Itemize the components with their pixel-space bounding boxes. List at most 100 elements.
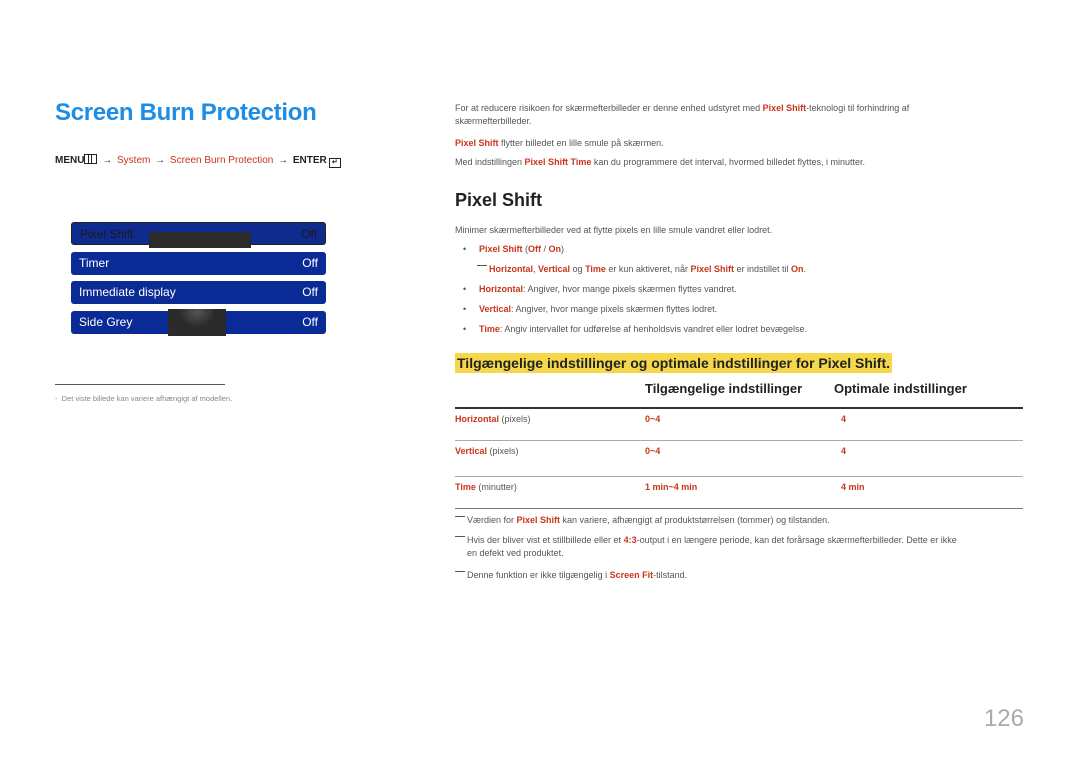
highlight-term: Pixel Shift — [516, 515, 561, 525]
highlight-term: Vertical — [538, 264, 571, 274]
table-header-rule — [455, 407, 1023, 409]
intro-paragraph-2: Pixel Shift flytter billedet en lille sm… — [455, 137, 664, 150]
highlight-term: Pixel Shift Time — [524, 157, 592, 167]
table-header-optimal: Optimale indstillinger — [834, 381, 967, 396]
breadcrumb-system: System — [117, 155, 151, 166]
intro-paragraph-1: For at reducere risikoen for skærmefterb… — [455, 102, 1035, 128]
table-cell-available: 0~4 — [645, 446, 661, 456]
arrow-icon: → — [102, 155, 113, 166]
note-dash-icon — [455, 516, 465, 517]
text: og — [570, 264, 586, 274]
highlight-term: Time — [585, 264, 606, 274]
bullet-time: • Time: Angiv intervallet for udførelse … — [463, 324, 807, 334]
highlight-term: Screen Fit — [609, 570, 654, 580]
osd-item-timer[interactable]: Timer Off — [71, 251, 326, 275]
arrow-icon: → — [278, 155, 289, 166]
section-description: Minimer skærmefterbilleder ved at flytte… — [455, 225, 773, 235]
setting-name: Time — [455, 482, 476, 492]
text: Hvis der bliver vist et stillbillede ell… — [467, 535, 624, 545]
table-bottom-rule — [455, 508, 1023, 509]
text: en defekt ved produktet. — [467, 548, 564, 558]
osd-item-side-grey[interactable]: Side Grey Off — [71, 308, 326, 336]
table-cell-setting: Vertical (pixels) — [455, 446, 519, 456]
osd-item-label: Side Grey — [79, 314, 133, 329]
text: For at reducere risikoen for skærmefterb… — [455, 103, 763, 113]
text: : Angiver, hvor mange pixels skærmen fly… — [523, 284, 737, 294]
note-2: Hvis der bliver vist et stillbillede ell… — [455, 534, 957, 560]
note-3: Denne funktion er ikke tilgængelig i Scr… — [455, 569, 687, 582]
text: ) — [561, 244, 565, 254]
bullet-horizontal: • Horizontal: Angiver, hvor mange pixels… — [463, 284, 737, 294]
breadcrumb-screen-burn-protection: Screen Burn Protection — [169, 155, 274, 166]
setting-unit: (pixels) — [487, 446, 519, 456]
bullet-dot: • — [463, 244, 467, 254]
text: Værdien for — [467, 515, 517, 525]
note-dash-icon — [455, 571, 465, 572]
osd-item-pixel-shift[interactable]: Pixel Shift Off — [71, 222, 326, 248]
note-dash-icon — [455, 536, 465, 537]
bullet-dot: • — [463, 324, 467, 334]
table-cell-available: 0~4 — [645, 414, 661, 424]
osd-item-value: Off — [302, 314, 318, 329]
intro-paragraph-3: Med indstillingen Pixel Shift Time kan d… — [455, 156, 865, 169]
breadcrumb: MENU → System → Screen Burn Protection →… — [55, 154, 341, 168]
osd-item-immediate-display[interactable]: Immediate display Off — [71, 281, 326, 304]
osd-item-label: Immediate display — [79, 285, 176, 299]
breadcrumb-menu: MENU — [55, 155, 85, 166]
bullet-dot: • — [463, 284, 467, 294]
text: kan variere, afhængigt af produktstørrel… — [560, 515, 830, 525]
highlight-term: 4:3 — [623, 535, 637, 545]
menu-grid-icon — [84, 154, 98, 164]
enter-icon: ↵ — [328, 158, 341, 168]
text: / — [541, 244, 549, 254]
table-row-rule — [455, 440, 1023, 441]
option-on: On — [548, 244, 562, 254]
highlight-term: Vertical — [479, 304, 512, 314]
highlight-term: Time — [479, 324, 500, 334]
yellow-heading: Tilgængelige indstillinger og optimale i… — [455, 353, 893, 373]
text: : Angiver, hvor mange pixels skærmen fly… — [511, 304, 718, 314]
osd-item-label: Pixel Shift — [80, 227, 134, 241]
arrow-icon: → — [155, 155, 166, 166]
section-title: Pixel Shift — [455, 190, 543, 210]
page-number: 126 — [983, 705, 1024, 732]
text: Med indstillingen — [455, 157, 525, 167]
table-row-rule — [455, 476, 1023, 477]
table-cell-setting: Time (minutter) — [455, 482, 517, 492]
bullet-vertical: • Vertical: Angiver, hvor mange pixels s… — [463, 304, 718, 314]
table-cell-setting: Horizontal (pixels) — [455, 414, 531, 424]
setting-name: Horizontal — [455, 414, 499, 424]
osd-item-value: Off — [302, 285, 318, 299]
text: flytter billedet en lille smule på skærm… — [498, 138, 664, 148]
footnote: - Det viste billede kan variere afhængig… — [55, 394, 232, 403]
image-redaction-block — [168, 308, 226, 336]
text: kan du programmere det interval, hvormed… — [591, 157, 866, 167]
footnote-bullet: - — [55, 394, 58, 403]
note-1: Værdien for Pixel Shift kan variere, afh… — [455, 514, 830, 527]
highlight-term: Pixel Shift — [479, 244, 523, 254]
osd-item-label: Timer — [79, 255, 110, 270]
osd-item-value: Off — [302, 255, 318, 270]
setting-unit: (pixels) — [499, 414, 531, 424]
breadcrumb-enter: ENTER — [292, 155, 327, 166]
note-dash-icon — [477, 265, 487, 266]
highlight-term: Horizontal — [479, 284, 523, 294]
footnote-text: Det viste billede kan variere afhængigt … — [61, 394, 233, 403]
text: -output i en længere periode, kan det fo… — [636, 535, 957, 545]
setting-name: Vertical — [455, 446, 488, 456]
table-cell-optimal: 4 — [841, 446, 847, 456]
bullet-dot: • — [463, 304, 467, 314]
image-redaction-block — [149, 232, 251, 248]
text: skærmefterbilleder. — [455, 116, 532, 126]
note-activation: Horizontal, Vertical og Time er kun akti… — [477, 264, 806, 274]
setting-unit: (minutter) — [475, 482, 517, 492]
table-cell-available: 1 min~4 min — [645, 482, 698, 492]
text: -teknologi til forhindring af — [806, 103, 910, 113]
highlight-term: Horizontal — [489, 264, 533, 274]
table-cell-optimal: 4 min — [841, 482, 865, 492]
option-off: Off — [528, 244, 542, 254]
table-header-available: Tilgængelige indstillinger — [645, 381, 803, 396]
highlight-term: Pixel Shift — [690, 264, 734, 274]
text: -tilstand. — [653, 570, 688, 580]
osd-menu: Pixel Shift Off Timer Off Immediate disp… — [71, 222, 326, 340]
